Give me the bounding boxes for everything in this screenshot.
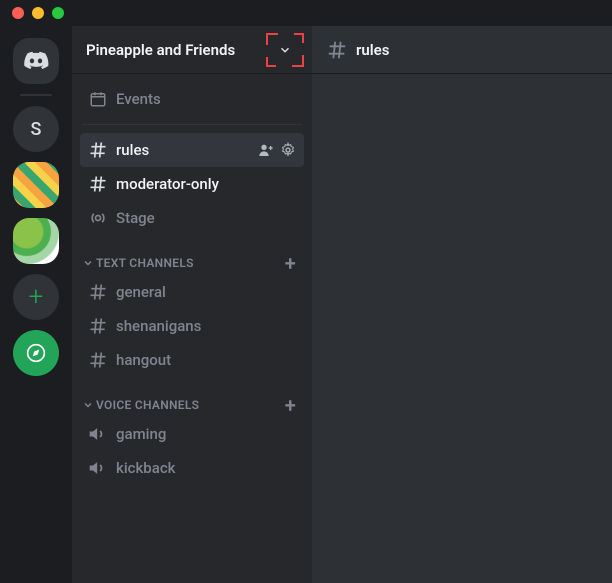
calendar-icon [88, 89, 108, 109]
channel-sidebar: Pineapple and Friends Events rules modera… [72, 26, 312, 583]
channel-header: rules [312, 26, 612, 74]
channel-rules[interactable]: rules [80, 133, 304, 167]
hash-icon [88, 140, 108, 160]
hash-icon [88, 316, 108, 336]
events-row[interactable]: Events [80, 82, 304, 116]
events-label: Events [116, 90, 296, 108]
channel-label: gaming [116, 425, 296, 443]
server-menu-chevron[interactable] [272, 37, 298, 63]
add-server-button[interactable]: + [13, 274, 59, 320]
minimize-window-button[interactable] [32, 7, 44, 19]
channel-label: shenanigans [116, 317, 296, 335]
channel-title: rules [356, 41, 389, 59]
server-item[interactable] [13, 218, 59, 264]
voice-icon [88, 458, 108, 478]
hash-icon [88, 282, 108, 302]
category-label: TEXT CHANNELS [96, 256, 194, 270]
maximize-window-button[interactable] [52, 7, 64, 19]
home-button[interactable] [13, 38, 59, 84]
channel-label: kickback [116, 459, 296, 477]
category-header[interactable]: TEXT CHANNELS + [80, 251, 304, 275]
category-label: VOICE CHANNELS [96, 398, 199, 412]
add-channel-button[interactable]: + [285, 393, 300, 417]
server-header[interactable]: Pineapple and Friends [72, 26, 312, 74]
hash-icon [88, 174, 108, 194]
channel-label: moderator-only [116, 175, 296, 193]
close-window-button[interactable] [12, 7, 24, 19]
category-header[interactable]: VOICE CHANNELS + [80, 393, 304, 417]
invite-icon[interactable] [258, 142, 274, 158]
stage-icon [88, 208, 108, 228]
channel-label: Stage [116, 209, 296, 227]
server-item[interactable] [13, 162, 59, 208]
channel-Stage[interactable]: Stage [80, 201, 304, 235]
channel-label: hangout [116, 351, 296, 369]
window-titlebar [0, 0, 612, 26]
channel-label: rules [116, 141, 250, 159]
voice-icon [88, 424, 108, 444]
hash-icon [88, 350, 108, 370]
server-list: S + [0, 26, 72, 583]
gear-icon[interactable] [280, 142, 296, 158]
channel-gaming[interactable]: gaming [80, 417, 304, 451]
channel-moderator-only[interactable]: moderator-only [80, 167, 304, 201]
server-item[interactable]: S [13, 106, 59, 152]
channel-hangout[interactable]: hangout [80, 343, 304, 377]
channel-shenanigans[interactable]: shenanigans [80, 309, 304, 343]
hash-icon [326, 39, 348, 61]
channel-kickback[interactable]: kickback [80, 451, 304, 485]
channel-general[interactable]: general [80, 275, 304, 309]
server-separator [20, 94, 52, 96]
add-channel-button[interactable]: + [285, 251, 300, 275]
explore-servers-button[interactable] [13, 330, 59, 376]
main-content: rules [312, 26, 612, 583]
server-name: Pineapple and Friends [86, 41, 235, 59]
divider [82, 124, 302, 125]
channel-label: general [116, 283, 296, 301]
